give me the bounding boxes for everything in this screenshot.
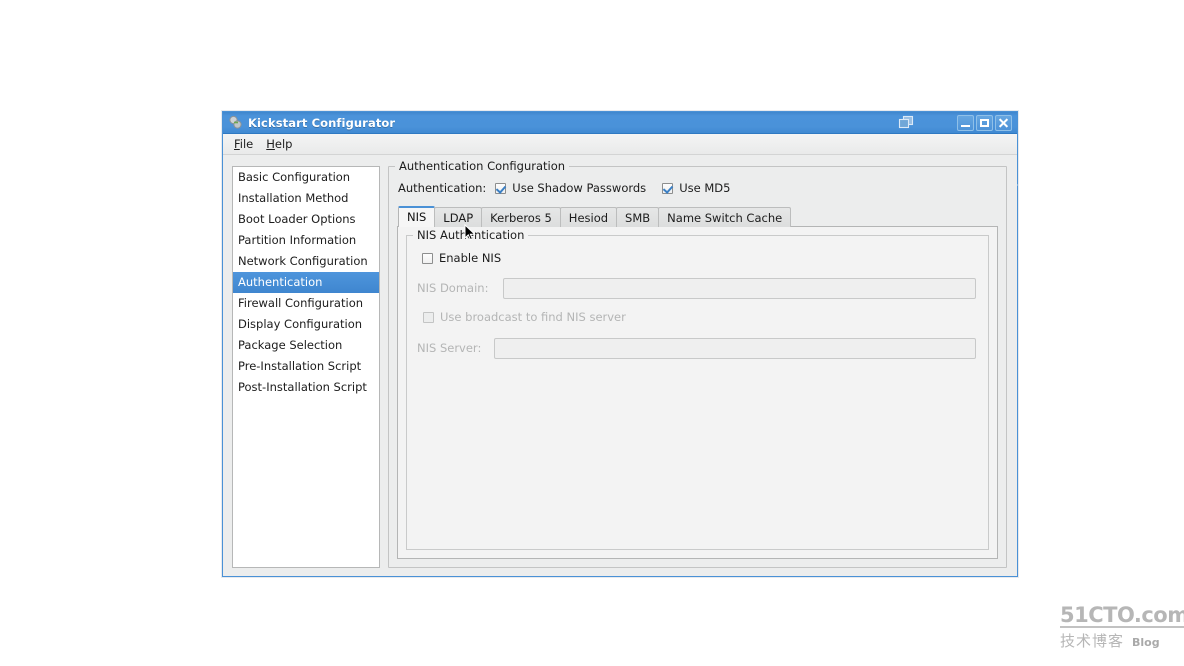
sidebar-section-list[interactable]: Basic Configuration Installation Method … [232, 166, 380, 568]
nis-authentication-body: Enable NIS NIS Domain: Use broadcast to … [407, 236, 988, 549]
tab-smb[interactable]: SMB [616, 207, 660, 227]
nis-domain-label: NIS Domain: [417, 281, 489, 295]
sidebar-item-network-configuration[interactable]: Network Configuration [233, 251, 379, 272]
menu-item-file[interactable]: File [230, 136, 262, 152]
authentication-options-row: Authentication: Use Shadow Passwords Use… [398, 179, 998, 197]
watermark-chinese-text: 技术博客 [1060, 632, 1125, 650]
window-controls [957, 114, 1012, 131]
menu-file-rest: ile [239, 137, 254, 151]
use-broadcast-label: Use broadcast to find NIS server [440, 310, 626, 324]
authentication-configuration-group: Authentication Configuration Authenticat… [388, 159, 1007, 568]
checkbox-box-icon [495, 182, 507, 194]
nis-server-row: NIS Server: [417, 337, 976, 359]
tab-ldap[interactable]: LDAP [434, 207, 483, 227]
use-broadcast-checkbox[interactable]: Use broadcast to find NIS server [423, 310, 626, 324]
menu-help-rest: elp [274, 137, 293, 151]
enable-nis-checkbox[interactable]: Enable NIS [422, 251, 501, 265]
watermark: 51CTO.com 技术博客 Blog [1060, 604, 1184, 651]
sidebar-item-package-selection[interactable]: Package Selection [233, 335, 379, 356]
sidebar-item-boot-loader-options[interactable]: Boot Loader Options [233, 209, 379, 230]
watermark-blog-text: Blog [1132, 636, 1160, 649]
nis-authentication-group: NIS Authentication Enable NIS NIS Domain… [406, 228, 989, 550]
use-shadow-passwords-label: Use Shadow Passwords [512, 181, 647, 195]
checkbox-box-icon [662, 182, 674, 194]
main-panel: Authentication Configuration Authenticat… [388, 159, 1007, 568]
sidebar-item-pre-installation-script[interactable]: Pre-Installation Script [233, 356, 379, 377]
tab-kerberos-5[interactable]: Kerberos 5 [481, 207, 561, 227]
authentication-configuration-body: Authentication: Use Shadow Passwords Use… [389, 167, 1006, 567]
nis-tab-panel: NIS Authentication Enable NIS NIS Domain… [397, 226, 998, 559]
nis-domain-input[interactable] [503, 277, 976, 299]
checkbox-box-icon [422, 252, 433, 264]
app-icon [228, 115, 243, 130]
window-body: Basic Configuration Installation Method … [223, 156, 1017, 576]
watermark-site-name: 51CTO.com [1060, 604, 1184, 628]
use-broadcast-row: Use broadcast to find NIS server [423, 309, 976, 325]
sidebar-item-post-installation-script[interactable]: Post-Installation Script [233, 377, 379, 398]
maximize-button[interactable] [976, 114, 993, 131]
sidebar-item-display-configuration[interactable]: Display Configuration [233, 314, 379, 335]
cascade-windows-icon[interactable] [898, 115, 915, 130]
tab-name-switch-cache[interactable]: Name Switch Cache [658, 207, 792, 227]
sidebar-item-partition-information[interactable]: Partition Information [233, 230, 379, 251]
use-shadow-passwords-checkbox[interactable]: Use Shadow Passwords [495, 181, 646, 195]
nis-server-label: NIS Server: [417, 341, 482, 355]
sidebar-item-basic-configuration[interactable]: Basic Configuration [233, 167, 379, 188]
authentication-row-label: Authentication: [398, 181, 487, 195]
window-title: Kickstart Configurator [248, 115, 396, 130]
application-window: Kickstart Configurator File Help Basic C… [222, 111, 1018, 577]
authentication-tab-strip: NIS LDAP Kerberos 5 Hesiod SMB Name Swit… [398, 206, 998, 227]
menu-help-mnemonic: H [266, 137, 275, 151]
checkbox-box-icon [423, 311, 434, 323]
menu-bar: File Help [223, 134, 1017, 155]
close-button[interactable] [995, 114, 1012, 131]
watermark-subtitle: 技术博客 Blog [1060, 630, 1178, 651]
minimize-button[interactable] [957, 114, 974, 131]
use-md5-checkbox[interactable]: Use MD5 [662, 181, 730, 195]
title-bar[interactable]: Kickstart Configurator [223, 112, 1017, 134]
sidebar-item-firewall-configuration[interactable]: Firewall Configuration [233, 293, 379, 314]
enable-nis-row: Enable NIS [422, 250, 976, 266]
nis-domain-row: NIS Domain: [417, 277, 976, 299]
sidebar-item-installation-method[interactable]: Installation Method [233, 188, 379, 209]
sidebar-item-authentication[interactable]: Authentication [233, 272, 379, 293]
tab-hesiod[interactable]: Hesiod [559, 207, 618, 227]
enable-nis-label: Enable NIS [439, 251, 502, 265]
tab-nis[interactable]: NIS [398, 206, 436, 227]
menu-item-help[interactable]: Help [262, 136, 301, 152]
nis-server-input[interactable] [494, 337, 976, 359]
use-md5-label: Use MD5 [679, 181, 731, 195]
